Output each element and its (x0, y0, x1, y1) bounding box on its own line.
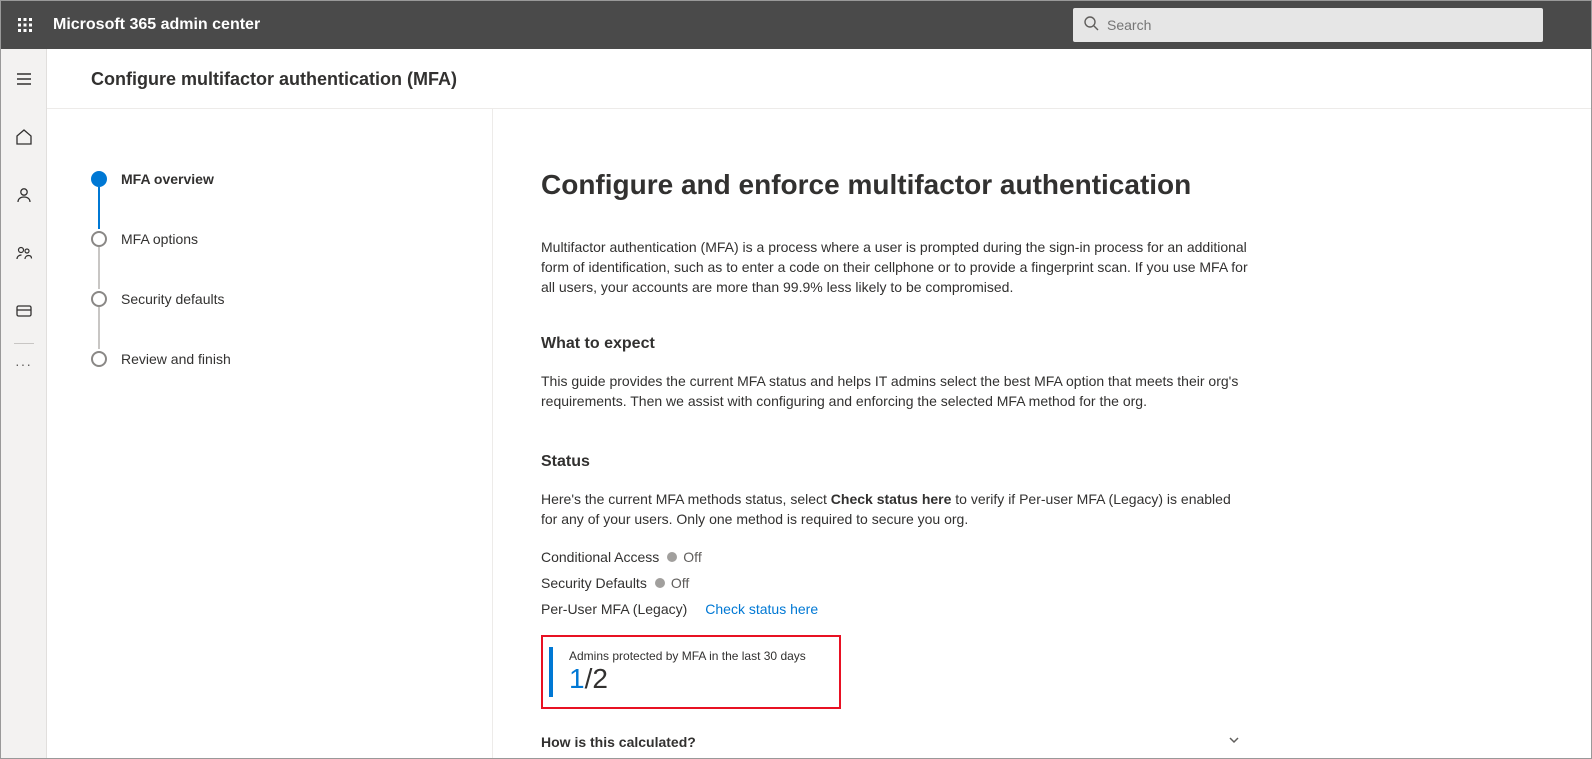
step-circle-icon (91, 171, 107, 187)
chevron-down-icon (1227, 733, 1241, 750)
step-review-finish[interactable]: Review and finish (91, 329, 448, 389)
nav-toggle-icon[interactable] (4, 59, 44, 99)
main-heading: Configure and enforce multifactor authen… (541, 169, 1543, 201)
top-bar: Microsoft 365 admin center (1, 1, 1591, 49)
main-content: Configure and enforce multifactor authen… (493, 109, 1591, 758)
expect-heading: What to expect (541, 335, 1543, 353)
status-conditional-access: Conditional Access Off (541, 549, 1543, 565)
step-label: MFA options (121, 231, 198, 247)
step-circle-icon (91, 231, 107, 247)
step-connector (98, 247, 100, 289)
groups-icon[interactable] (4, 233, 44, 273)
status-per-user-mfa: Per-User MFA (Legacy) Check status here (541, 601, 1543, 617)
billing-icon[interactable] (4, 291, 44, 331)
status-value: Off (671, 575, 689, 591)
status-dot-icon (655, 578, 665, 588)
search-input[interactable] (1107, 17, 1533, 33)
page-title: Configure multifactor authentication (MF… (91, 69, 1547, 90)
step-connector (98, 187, 100, 229)
status-dot-icon (667, 552, 677, 562)
app-title: Microsoft 365 admin center (53, 16, 260, 34)
more-icon[interactable]: ··· (15, 356, 32, 372)
step-mfa-overview[interactable]: MFA overview (91, 149, 448, 209)
home-icon[interactable] (4, 117, 44, 157)
status-intro: Here's the current MFA methods status, s… (541, 489, 1241, 529)
rail-divider (14, 343, 34, 344)
check-status-link[interactable]: Check status here (705, 601, 818, 617)
step-circle-icon (91, 291, 107, 307)
intro-text: Multifactor authentication (MFA) is a pr… (541, 237, 1261, 297)
search-icon (1083, 15, 1099, 36)
status-label: Security Defaults (541, 575, 647, 591)
page-header: Configure multifactor authentication (MF… (47, 49, 1591, 109)
calc-label: How is this calculated? (541, 734, 696, 750)
step-connector (98, 307, 100, 349)
step-label: Review and finish (121, 351, 231, 367)
status-label: Conditional Access (541, 549, 659, 565)
card-numerator: 1 (569, 663, 585, 694)
search-box[interactable] (1073, 8, 1543, 42)
step-mfa-options[interactable]: MFA options (91, 209, 448, 269)
status-value: Off (683, 549, 701, 565)
status-intro-pre: Here's the current MFA methods status, s… (541, 491, 831, 507)
status-security-defaults: Security Defaults Off (541, 575, 1543, 591)
status-heading: Status (541, 453, 1543, 471)
admins-mfa-card: Admins protected by MFA in the last 30 d… (541, 635, 841, 709)
step-label: MFA overview (121, 171, 214, 187)
card-title: Admins protected by MFA in the last 30 d… (569, 649, 825, 663)
card-accent (549, 647, 553, 697)
app-launcher-icon[interactable] (9, 9, 41, 41)
status-label: Per-User MFA (Legacy) (541, 601, 687, 617)
step-security-defaults[interactable]: Security defaults (91, 269, 448, 329)
steps-panel: MFA overview MFA options Security defaul… (47, 109, 493, 758)
search-wrap (1073, 8, 1543, 42)
step-label: Security defaults (121, 291, 225, 307)
user-icon[interactable] (4, 175, 44, 215)
how-calculated-toggle[interactable]: How is this calculated? (541, 733, 1241, 750)
left-rail: ··· (1, 49, 47, 758)
status-intro-bold: Check status here (831, 491, 952, 507)
step-circle-icon (91, 351, 107, 367)
card-denominator: 2 (592, 663, 608, 694)
card-value: 1/2 (569, 663, 825, 695)
expect-text: This guide provides the current MFA stat… (541, 371, 1261, 411)
